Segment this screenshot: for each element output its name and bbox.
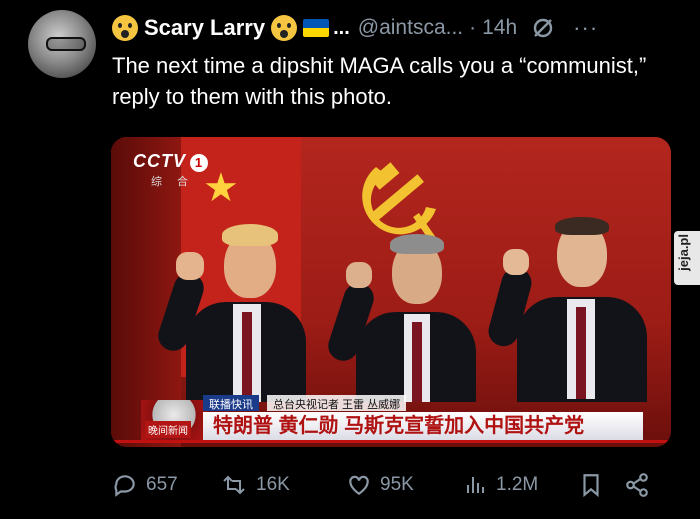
like-count: 95K	[380, 474, 414, 495]
author-name[interactable]: Scary Larry	[144, 15, 265, 41]
watermark: jeja.pl	[674, 231, 700, 285]
bookmark-button[interactable]	[580, 472, 624, 498]
more-icon[interactable]: ···	[573, 15, 598, 41]
ticker-tag: 联播快讯	[203, 395, 259, 411]
grok-icon[interactable]	[531, 16, 555, 40]
retweet-count: 16K	[256, 474, 290, 495]
cctv-sub: 综 合	[151, 176, 195, 188]
timestamp[interactable]: 14h	[482, 16, 517, 40]
ukraine-flag-icon	[303, 19, 330, 37]
cctv-logo: CCTV 1	[133, 151, 208, 172]
share-icon	[624, 472, 650, 498]
person-middle	[316, 232, 486, 402]
ticker-redline	[111, 440, 671, 443]
share-button[interactable]	[624, 472, 650, 498]
retweet-button[interactable]: 16K	[220, 472, 346, 498]
separator: ·	[469, 16, 477, 39]
views-button[interactable]: 1.2M	[464, 473, 580, 497]
reply-button[interactable]: 657	[112, 472, 220, 498]
author-handle[interactable]: @aintsca...	[358, 16, 463, 40]
person-left	[146, 212, 316, 402]
retweet-icon	[220, 472, 248, 498]
tweet-header: Scary Larry ... @aintsca... · 14h ···	[112, 12, 672, 44]
avatar-glasses	[46, 37, 86, 51]
ticker-reporter: 总台央视记者 王雷 丛威娜	[267, 395, 407, 411]
reply-count: 657	[146, 474, 178, 495]
views-count: 1.2M	[496, 474, 539, 495]
like-icon	[346, 472, 372, 498]
ticker-headline: 特朗普 黄仁勋 马斯克宣誓加入中国共产党	[203, 412, 643, 440]
action-bar: 657 16K 95K 1.2M	[112, 470, 672, 500]
ticker-logo: 晚间新闻	[141, 400, 207, 442]
avatar[interactable]	[28, 10, 96, 78]
reply-icon	[112, 472, 138, 498]
tweet-text: The next time a dipshit MAGA calls you a…	[112, 53, 647, 109]
scream-emoji-icon	[112, 15, 138, 41]
bookmark-icon	[580, 472, 602, 498]
like-button[interactable]: 95K	[346, 472, 464, 498]
name-ellipsis: ...	[333, 16, 350, 39]
tweet-image[interactable]: ★ CCTV 1 综 合 晚间新闻 联播快讯 总台央视记者 王雷 丛威娜 特朗普…	[111, 137, 671, 447]
news-ticker: 晚间新闻 联播快讯 总台央视记者 王雷 丛威娜 特朗普 黄仁勋 马斯克宣誓加入中…	[111, 392, 671, 447]
person-right	[481, 217, 661, 402]
scream-emoji-icon	[271, 15, 298, 41]
views-icon	[464, 473, 488, 497]
